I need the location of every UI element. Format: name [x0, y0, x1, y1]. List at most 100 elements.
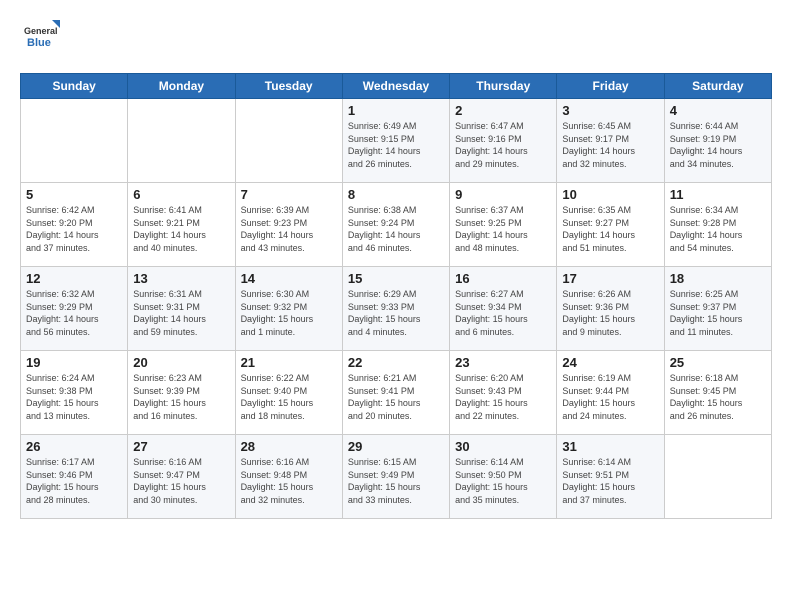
calendar-cell: 28Sunrise: 6:16 AM Sunset: 9:48 PM Dayli…	[235, 435, 342, 519]
day-number: 1	[348, 103, 444, 118]
calendar-cell: 1 Sunrise: 6:49 AM Sunset: 9:15 PM Daylig…	[342, 99, 449, 183]
day-number: 19	[26, 355, 122, 370]
day-number: 17	[562, 271, 658, 286]
calendar-cell: 17 Sunrise: 6:26 AM Sunset: 9:36 PM Dayli…	[557, 267, 664, 351]
cell-info: Sunrise: 6:32 AM Sunset: 9:29 PM Dayligh…	[26, 288, 122, 338]
calendar-cell: 2 Sunrise: 6:47 AM Sunset: 9:16 PM Daylig…	[450, 99, 557, 183]
cell-info: Sunrise: 6:29 AM Sunset: 9:33 PM Dayligh…	[348, 288, 444, 338]
day-number: 25	[670, 355, 766, 370]
cell-info: Sunrise: 6:42 AM Sunset: 9:20 PM Dayligh…	[26, 204, 122, 254]
cell-info: Sunrise: 6:24 AM Sunset: 9:38 PM Dayligh…	[26, 372, 122, 422]
day-number: 14	[241, 271, 337, 286]
cell-info: Sunrise: 6:19 AM Sunset: 9:44 PM Dayligh…	[562, 372, 658, 422]
calendar-cell: 12 Sunrise: 6:32 AM Sunset: 9:29 PM Dayli…	[21, 267, 128, 351]
cell-info: Sunrise: 6:23 AM Sunset: 9:39 PM Dayligh…	[133, 372, 229, 422]
cell-info: Sunrise: 6:14 AM Sunset: 9:50 PM Dayligh…	[455, 456, 551, 506]
svg-text:General: General	[24, 26, 58, 36]
cell-info: Sunrise: 6:26 AM Sunset: 9:36 PM Dayligh…	[562, 288, 658, 338]
day-number: 27	[133, 439, 229, 454]
weekday-header: Tuesday	[235, 74, 342, 99]
day-number: 18	[670, 271, 766, 286]
cell-info: Sunrise: 6:30 AM Sunset: 9:32 PM Dayligh…	[241, 288, 337, 338]
cell-info: Sunrise: 6:15 AM Sunset: 9:49 PM Dayligh…	[348, 456, 444, 506]
cell-info: Sunrise: 6:39 AM Sunset: 9:23 PM Dayligh…	[241, 204, 337, 254]
weekday-row: SundayMondayTuesdayWednesdayThursdayFrid…	[21, 74, 772, 99]
day-number: 3	[562, 103, 658, 118]
cell-info: Sunrise: 6:17 AM Sunset: 9:46 PM Dayligh…	[26, 456, 122, 506]
calendar-cell: 25 Sunrise: 6:18 AM Sunset: 9:45 PM Dayli…	[664, 351, 771, 435]
calendar-cell: 18 Sunrise: 6:25 AM Sunset: 9:37 PM Dayli…	[664, 267, 771, 351]
day-number: 22	[348, 355, 444, 370]
calendar-cell: 11Sunrise: 6:34 AM Sunset: 9:28 PM Dayli…	[664, 183, 771, 267]
calendar-cell	[664, 435, 771, 519]
calendar-cell: 15 Sunrise: 6:29 AM Sunset: 9:33 PM Dayli…	[342, 267, 449, 351]
calendar-cell: 26 Sunrise: 6:17 AM Sunset: 9:46 PM Dayli…	[21, 435, 128, 519]
calendar-cell	[128, 99, 235, 183]
day-number: 4	[670, 103, 766, 118]
cell-info: Sunrise: 6:41 AM Sunset: 9:21 PM Dayligh…	[133, 204, 229, 254]
weekday-header: Monday	[128, 74, 235, 99]
day-number: 7	[241, 187, 337, 202]
page-header: General Blue	[20, 16, 772, 61]
logo-svg-container: General Blue	[20, 16, 60, 61]
day-number: 26	[26, 439, 122, 454]
calendar-cell: 3 Sunrise: 6:45 AM Sunset: 9:17 PM Daylig…	[557, 99, 664, 183]
calendar-cell: 23Sunrise: 6:20 AM Sunset: 9:43 PM Dayli…	[450, 351, 557, 435]
calendar-cell: 16Sunrise: 6:27 AM Sunset: 9:34 PM Dayli…	[450, 267, 557, 351]
day-number: 5	[26, 187, 122, 202]
calendar-cell: 19 Sunrise: 6:24 AM Sunset: 9:38 PM Dayli…	[21, 351, 128, 435]
cell-info: Sunrise: 6:45 AM Sunset: 9:17 PM Dayligh…	[562, 120, 658, 170]
weekday-header: Friday	[557, 74, 664, 99]
calendar-header: SundayMondayTuesdayWednesdayThursdayFrid…	[21, 74, 772, 99]
calendar-cell: 30 Sunrise: 6:14 AM Sunset: 9:50 PM Dayli…	[450, 435, 557, 519]
day-number: 24	[562, 355, 658, 370]
calendar-table: SundayMondayTuesdayWednesdayThursdayFrid…	[20, 73, 772, 519]
calendar-cell: 27Sunrise: 6:16 AM Sunset: 9:47 PM Dayli…	[128, 435, 235, 519]
calendar-cell: 14 Sunrise: 6:30 AM Sunset: 9:32 PM Dayli…	[235, 267, 342, 351]
cell-info: Sunrise: 6:47 AM Sunset: 9:16 PM Dayligh…	[455, 120, 551, 170]
calendar-cell: 7 Sunrise: 6:39 AM Sunset: 9:23 PM Daylig…	[235, 183, 342, 267]
day-number: 2	[455, 103, 551, 118]
weekday-header: Wednesday	[342, 74, 449, 99]
cell-info: Sunrise: 6:14 AM Sunset: 9:51 PM Dayligh…	[562, 456, 658, 506]
cell-info: Sunrise: 6:49 AM Sunset: 9:15 PM Dayligh…	[348, 120, 444, 170]
day-number: 16	[455, 271, 551, 286]
calendar-cell: 9Sunrise: 6:37 AM Sunset: 9:25 PM Daylig…	[450, 183, 557, 267]
calendar-cell: 21 Sunrise: 6:22 AM Sunset: 9:40 PM Dayli…	[235, 351, 342, 435]
calendar-cell: 24 Sunrise: 6:19 AM Sunset: 9:44 PM Dayli…	[557, 351, 664, 435]
day-number: 8	[348, 187, 444, 202]
calendar-week-row: 19 Sunrise: 6:24 AM Sunset: 9:38 PM Dayli…	[21, 351, 772, 435]
day-number: 30	[455, 439, 551, 454]
calendar-cell: 8Sunrise: 6:38 AM Sunset: 9:24 PM Daylig…	[342, 183, 449, 267]
day-number: 29	[348, 439, 444, 454]
day-number: 31	[562, 439, 658, 454]
weekday-header: Thursday	[450, 74, 557, 99]
calendar-cell: 29 Sunrise: 6:15 AM Sunset: 9:49 PM Dayli…	[342, 435, 449, 519]
svg-text:Blue: Blue	[27, 37, 51, 49]
day-number: 12	[26, 271, 122, 286]
calendar-cell: 20Sunrise: 6:23 AM Sunset: 9:39 PM Dayli…	[128, 351, 235, 435]
cell-info: Sunrise: 6:25 AM Sunset: 9:37 PM Dayligh…	[670, 288, 766, 338]
cell-info: Sunrise: 6:31 AM Sunset: 9:31 PM Dayligh…	[133, 288, 229, 338]
calendar-cell: 10Sunrise: 6:35 AM Sunset: 9:27 PM Dayli…	[557, 183, 664, 267]
calendar-body: 1 Sunrise: 6:49 AM Sunset: 9:15 PM Daylig…	[21, 99, 772, 519]
day-number: 15	[348, 271, 444, 286]
cell-info: Sunrise: 6:18 AM Sunset: 9:45 PM Dayligh…	[670, 372, 766, 422]
calendar-week-row: 26 Sunrise: 6:17 AM Sunset: 9:46 PM Dayli…	[21, 435, 772, 519]
calendar-cell	[21, 99, 128, 183]
cell-info: Sunrise: 6:44 AM Sunset: 9:19 PM Dayligh…	[670, 120, 766, 170]
calendar-cell: 6 Sunrise: 6:41 AM Sunset: 9:21 PM Daylig…	[128, 183, 235, 267]
cell-info: Sunrise: 6:35 AM Sunset: 9:27 PM Dayligh…	[562, 204, 658, 254]
day-number: 28	[241, 439, 337, 454]
day-number: 21	[241, 355, 337, 370]
logo-svg: General Blue	[20, 16, 60, 56]
calendar-week-row: 5 Sunrise: 6:42 AM Sunset: 9:20 PM Daylig…	[21, 183, 772, 267]
calendar-cell: 31 Sunrise: 6:14 AM Sunset: 9:51 PM Dayli…	[557, 435, 664, 519]
cell-info: Sunrise: 6:34 AM Sunset: 9:28 PM Dayligh…	[670, 204, 766, 254]
cell-info: Sunrise: 6:37 AM Sunset: 9:25 PM Dayligh…	[455, 204, 551, 254]
calendar-cell: 5 Sunrise: 6:42 AM Sunset: 9:20 PM Daylig…	[21, 183, 128, 267]
day-number: 6	[133, 187, 229, 202]
logo: General Blue	[20, 16, 66, 61]
cell-info: Sunrise: 6:22 AM Sunset: 9:40 PM Dayligh…	[241, 372, 337, 422]
weekday-header: Saturday	[664, 74, 771, 99]
